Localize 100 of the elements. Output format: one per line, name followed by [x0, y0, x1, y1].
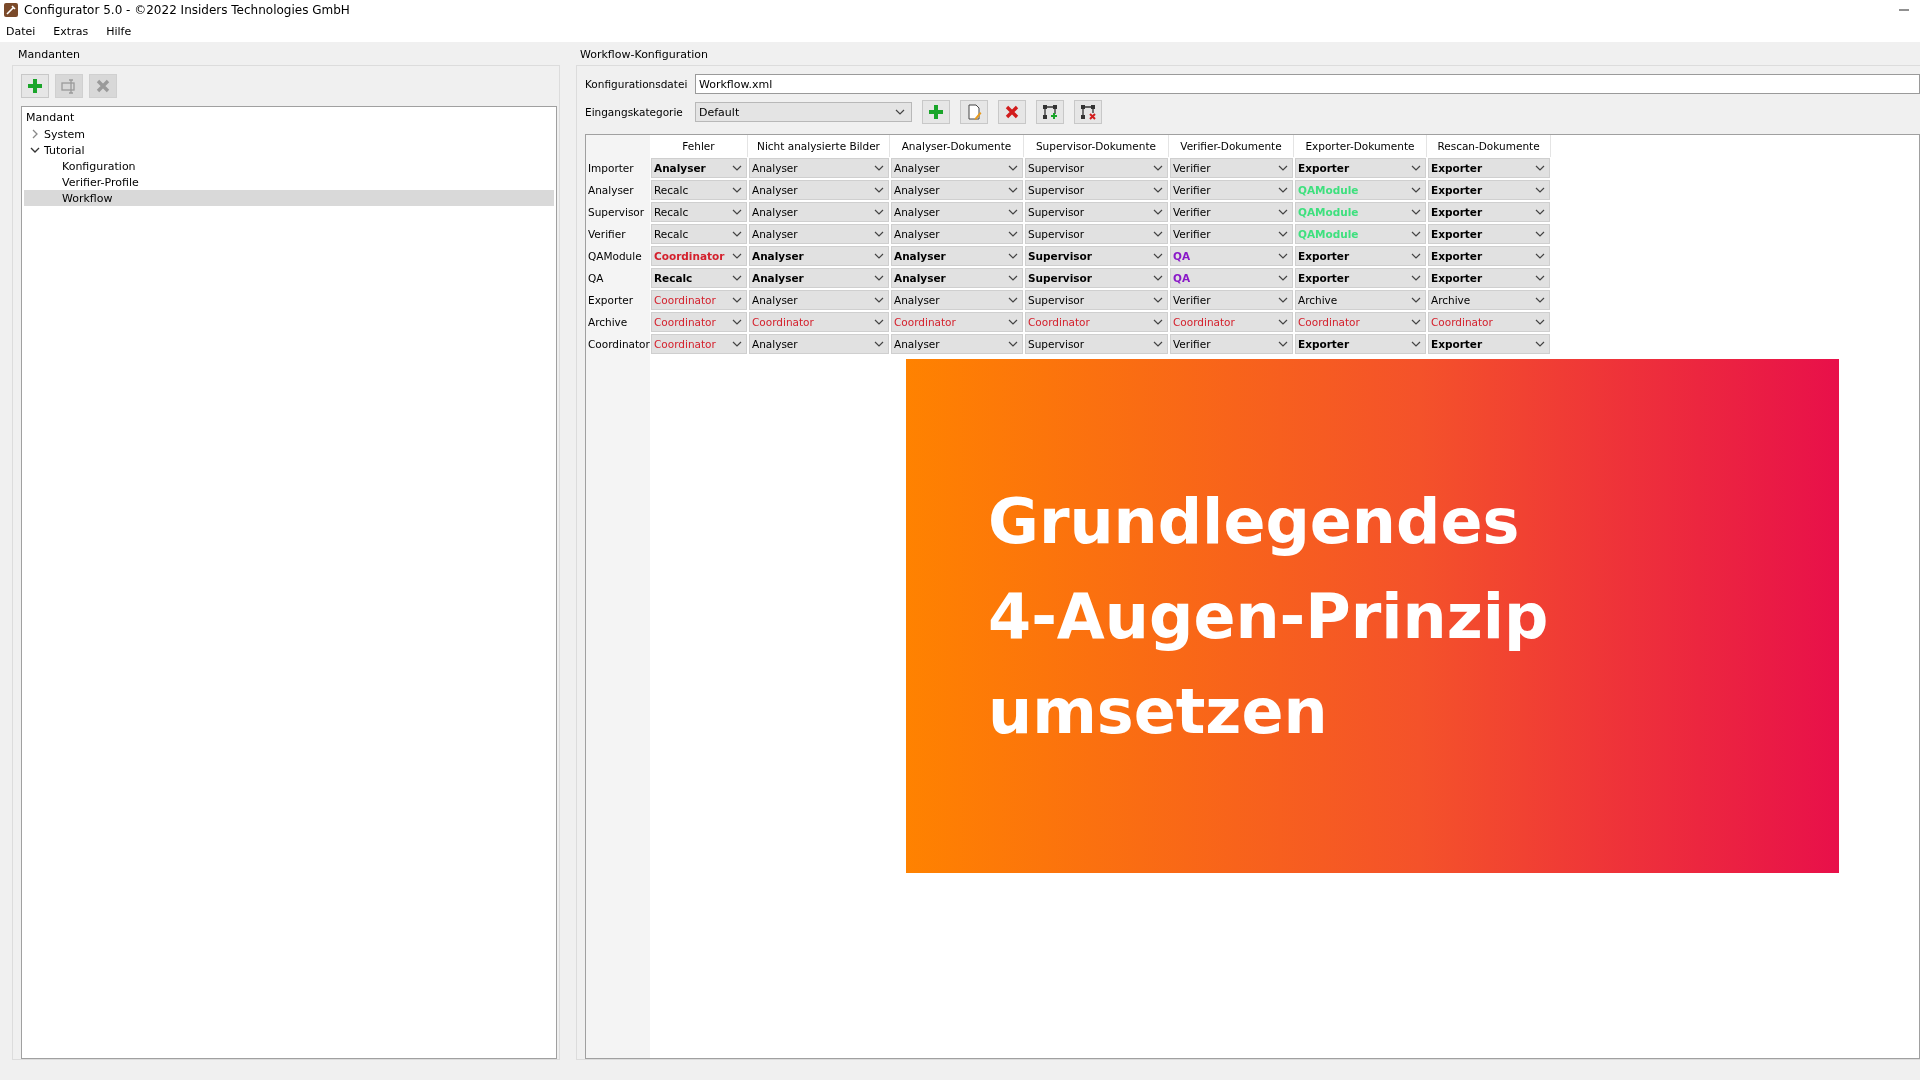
cell-dropdown[interactable]: Exporter	[1428, 158, 1550, 178]
cell-dropdown[interactable]: Coordinator	[651, 246, 747, 266]
cell-dropdown[interactable]: Analyser	[891, 158, 1023, 178]
cell-dropdown[interactable]: Analyser	[651, 158, 747, 178]
cell-dropdown[interactable]: QA	[1170, 246, 1293, 266]
cell-dropdown[interactable]: Supervisor	[1025, 334, 1168, 354]
cell-dropdown[interactable]: Supervisor	[1025, 290, 1168, 310]
cell-dropdown[interactable]: Coordinator	[1428, 312, 1550, 332]
caret-icon	[1535, 187, 1545, 193]
cell-dropdown[interactable]: Analyser	[891, 246, 1023, 266]
cell-dropdown[interactable]: Coordinator	[891, 312, 1023, 332]
delete-button[interactable]	[998, 100, 1026, 124]
cell-dropdown[interactable]: Analyser	[749, 246, 889, 266]
cell-dropdown[interactable]: Analyser	[891, 290, 1023, 310]
cell-dropdown[interactable]: Analyser	[749, 334, 889, 354]
cell-dropdown[interactable]: Exporter	[1428, 180, 1550, 200]
category-dropdown[interactable]: Default	[695, 102, 912, 122]
caret-icon	[874, 341, 884, 347]
cell-dropdown[interactable]: Verifier	[1170, 334, 1293, 354]
cell-dropdown[interactable]: Recalc	[651, 224, 747, 244]
chevron-right-icon[interactable]	[31, 129, 39, 139]
cell-dropdown[interactable]: Supervisor	[1025, 180, 1168, 200]
cell-dropdown[interactable]: Exporter	[1428, 246, 1550, 266]
add-button[interactable]	[922, 100, 950, 124]
cell-dropdown[interactable]: Coordinator	[1025, 312, 1168, 332]
cell-dropdown[interactable]: Supervisor	[1025, 246, 1168, 266]
row-header: QA	[587, 271, 605, 286]
caret-icon	[1153, 187, 1163, 193]
cell-dropdown[interactable]: Supervisor	[1025, 268, 1168, 288]
cell-dropdown[interactable]: Analyser	[891, 268, 1023, 288]
document-edit-icon	[966, 104, 982, 120]
cell-dropdown[interactable]: Coordinator	[651, 334, 747, 354]
caret-icon	[1278, 165, 1288, 171]
cell-dropdown[interactable]: Analyser	[891, 202, 1023, 222]
link-add-button[interactable]	[1036, 100, 1064, 124]
caret-icon	[732, 209, 742, 215]
column-header: Rescan-Dokumente	[1437, 140, 1540, 152]
tree-item[interactable]: System	[42, 127, 88, 141]
add-button[interactable]	[21, 74, 49, 98]
cell-dropdown[interactable]: Exporter	[1295, 334, 1426, 354]
menu-item[interactable]: Extras	[53, 24, 89, 38]
cell-dropdown[interactable]: Verifier	[1170, 158, 1293, 178]
cell-dropdown[interactable]: Analyser	[749, 180, 889, 200]
cell-dropdown[interactable]: Verifier	[1170, 180, 1293, 200]
caret-icon	[1535, 209, 1545, 215]
tree-item[interactable]: Verifier-Profile	[60, 175, 141, 189]
cell-dropdown[interactable]: Exporter	[1428, 224, 1550, 244]
cell-dropdown[interactable]: Analyser	[749, 158, 889, 178]
edit-button[interactable]	[960, 100, 988, 124]
cell-dropdown[interactable]: Analyser	[749, 290, 889, 310]
cell-dropdown[interactable]: Exporter	[1295, 158, 1426, 178]
cell-dropdown[interactable]: Verifier	[1170, 224, 1293, 244]
config-file-field[interactable]: Workflow.xml	[695, 74, 1920, 94]
caret-icon	[1278, 253, 1288, 259]
caret-icon	[732, 319, 742, 325]
cell-dropdown[interactable]: Exporter	[1428, 202, 1550, 222]
row-header: Archive	[587, 315, 629, 330]
caret-icon	[1008, 275, 1018, 281]
tree-item[interactable]: Workflow	[60, 191, 115, 205]
banner-heading: 4-Augen-Prinzip	[988, 578, 1550, 655]
cell-dropdown[interactable]: Supervisor	[1025, 224, 1168, 244]
cell-dropdown[interactable]: Analyser	[749, 202, 889, 222]
tree-item[interactable]: Konfiguration	[60, 159, 138, 173]
cell-dropdown[interactable]: Recalc	[651, 268, 747, 288]
cell-dropdown[interactable]: Verifier	[1170, 290, 1293, 310]
cell-dropdown[interactable]: Analyser	[749, 224, 889, 244]
cell-dropdown[interactable]: Supervisor	[1025, 158, 1168, 178]
cell-dropdown[interactable]: Coordinator	[651, 290, 747, 310]
field-label: Konfigurationsdatei	[585, 78, 689, 90]
tree-item[interactable]: Tutorial	[42, 143, 87, 157]
caret-icon	[1411, 297, 1421, 303]
cell-dropdown[interactable]: Coordinator	[1295, 312, 1426, 332]
cell-dropdown[interactable]: Recalc	[651, 180, 747, 200]
menu-item[interactable]: Datei	[6, 24, 36, 38]
cell-dropdown[interactable]: Exporter	[1295, 268, 1426, 288]
caret-icon	[1411, 165, 1421, 171]
link-remove-button[interactable]	[1074, 100, 1102, 124]
cell-dropdown[interactable]: Supervisor	[1025, 202, 1168, 222]
cell-dropdown[interactable]: Exporter	[1295, 246, 1426, 266]
caret-icon	[1008, 209, 1018, 215]
cell-dropdown[interactable]: Coordinator	[749, 312, 889, 332]
cell-dropdown[interactable]: Recalc	[651, 202, 747, 222]
cell-dropdown[interactable]: Analyser	[891, 180, 1023, 200]
tree-header: Mandant	[25, 111, 75, 126]
cell-dropdown[interactable]: Archive	[1295, 290, 1426, 310]
caret-icon	[1411, 341, 1421, 347]
cell-dropdown[interactable]: Analyser	[891, 334, 1023, 354]
cell-dropdown[interactable]: Exporter	[1428, 334, 1550, 354]
cell-dropdown[interactable]: Analyser	[891, 224, 1023, 244]
cell-dropdown[interactable]: Archive	[1428, 290, 1550, 310]
caret-icon	[874, 275, 884, 281]
chevron-down-icon[interactable]	[30, 146, 40, 154]
cell-dropdown[interactable]: Exporter	[1428, 268, 1550, 288]
cell-dropdown[interactable]: Verifier	[1170, 202, 1293, 222]
menu-item[interactable]: Hilfe	[106, 24, 132, 38]
cell-dropdown[interactable]: Coordinator	[651, 312, 747, 332]
cell-dropdown[interactable]: QA	[1170, 268, 1293, 288]
cell-dropdown[interactable]: Coordinator	[1170, 312, 1293, 332]
cell-dropdown[interactable]: Analyser	[749, 268, 889, 288]
caret-icon	[732, 165, 742, 171]
